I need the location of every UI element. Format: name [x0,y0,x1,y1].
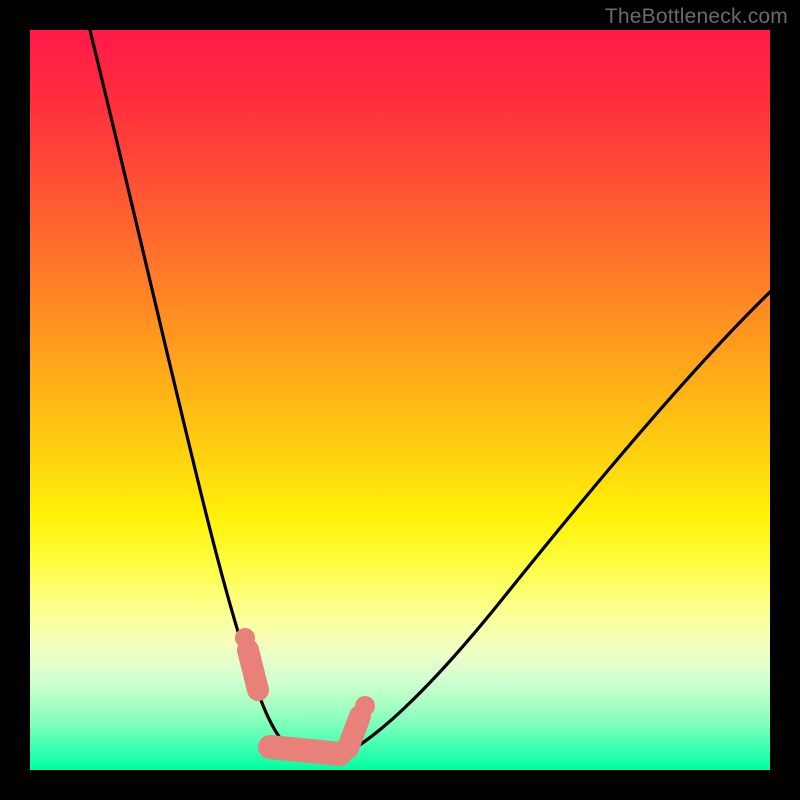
marker-layer [235,628,375,754]
watermark-text: TheBottleneck.com [605,5,788,29]
plot-area [30,30,770,770]
bottleneck-curve [90,30,770,758]
marker-dot-upper-left [235,628,255,648]
marker-sausage-bottom [270,747,340,754]
marker-sausage-right [348,716,360,748]
chart-frame: TheBottleneck.com [0,0,800,800]
chart-svg [30,30,770,770]
marker-sausage-left [248,650,258,690]
marker-dot-upper-right [355,696,375,716]
